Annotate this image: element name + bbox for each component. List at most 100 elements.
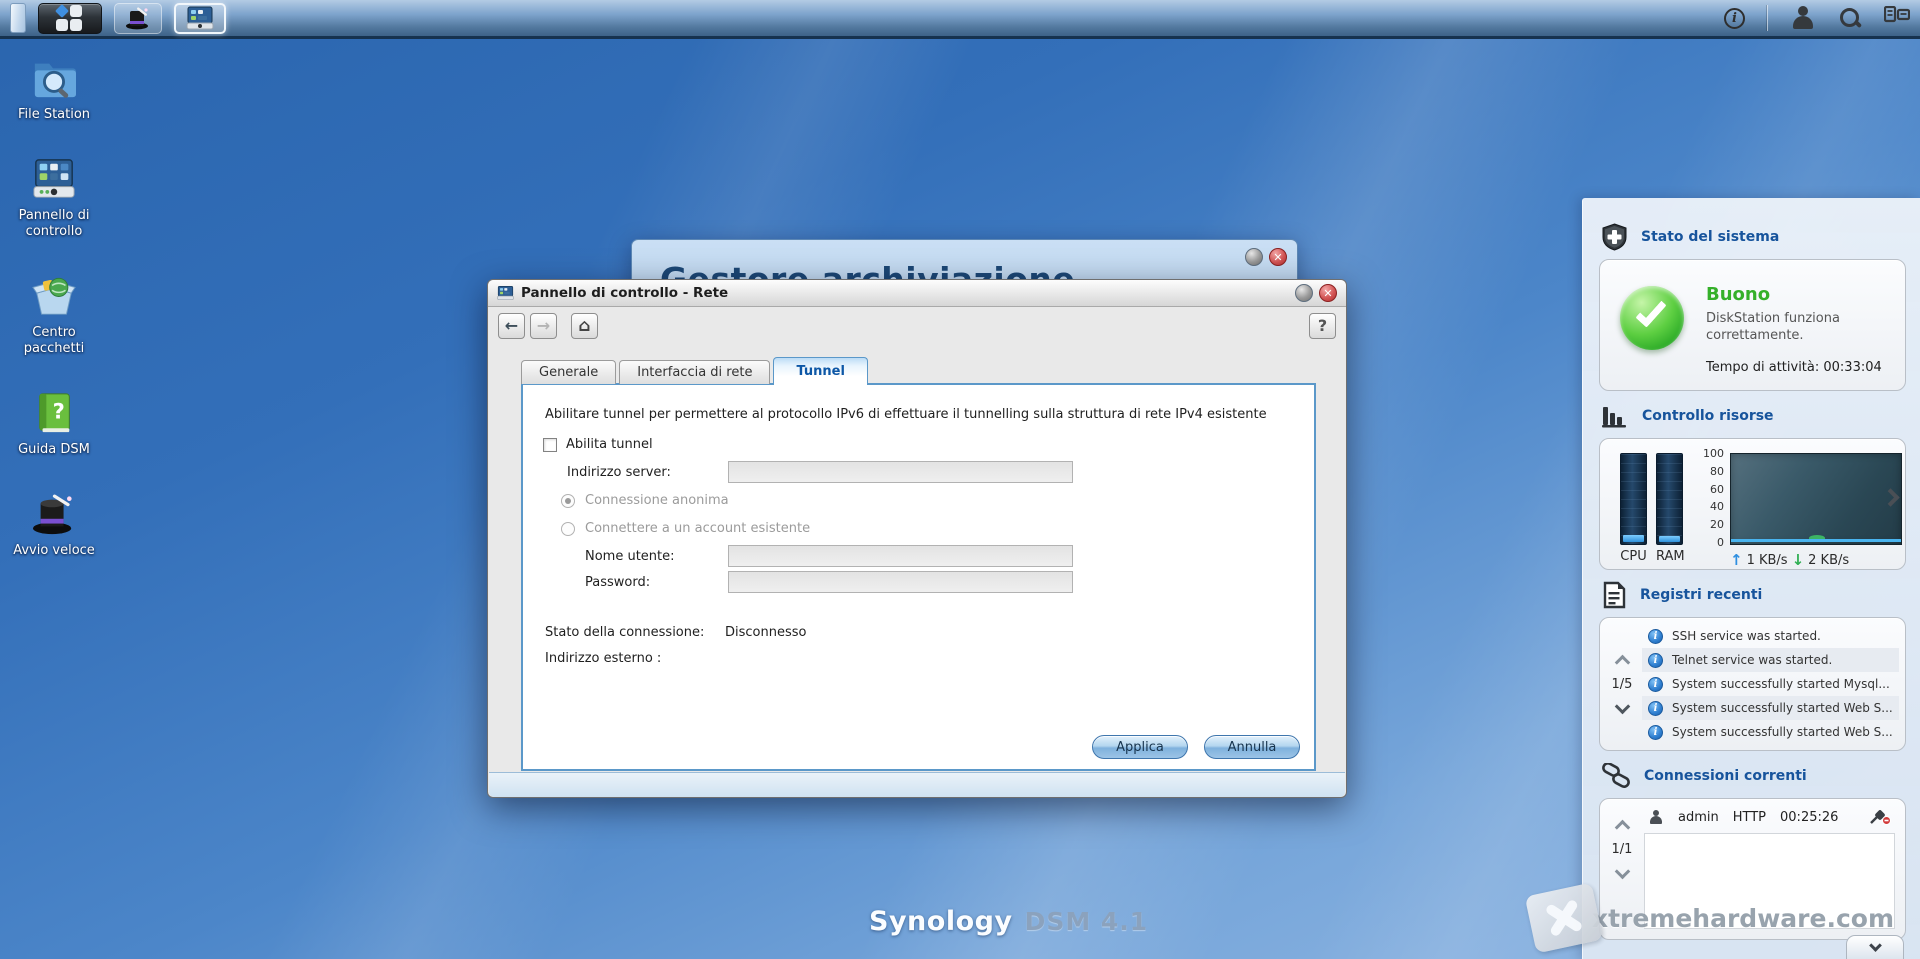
info-level-icon: i [1648,629,1663,644]
current-connections-card: 1/1 admin HTTP 00:25:26 [1599,798,1906,940]
tab-tunnel[interactable]: Tunnel [773,357,867,384]
dsm-version-text: DSM 4.1 [1025,907,1149,936]
existing-account-label: Connettere a un account esistente [585,521,810,536]
current-connections-header: Connessioni correnti [1601,761,1920,791]
connections-pagination: 1/1 [1606,799,1638,899]
log-row: i SSH service was started. [1642,624,1899,648]
desktop-icon-label: Centro pacchetti [12,325,96,357]
connection-row: admin HTTP 00:25:26 [1648,809,1891,825]
password-label: Password: [585,575,650,590]
tab-interfaccia-di-rete[interactable]: Interfaccia di rete [619,360,770,384]
taskbar-left [10,3,226,34]
dialog-close-button[interactable]: ✕ [1319,284,1337,302]
network-rates: ↑ 1 KB/s ↓ 2 KB/s [1730,551,1849,569]
system-health-header: Stato del sistema [1601,222,1920,252]
shield-cross-icon [1601,223,1628,251]
main-menu-button[interactable] [38,3,102,34]
cancel-button[interactable]: Annulla [1204,735,1300,759]
show-desktop-button[interactable] [10,3,26,33]
username-field [728,545,1073,567]
info-level-icon: i [1648,725,1663,740]
search-icon[interactable] [1838,6,1862,30]
taskbar-item-avvio-veloce[interactable] [114,3,162,34]
chain-link-icon [1601,763,1631,789]
external-address-label: Indirizzo esterno : [545,651,661,666]
cpu-label: CPU [1620,549,1647,564]
enable-tunnel-label: Abilita tunnel [566,437,653,452]
magic-hat-icon [31,492,77,536]
user-icon[interactable] [1790,6,1816,30]
uptime-text: Tempo di attività: 00:33:04 [1706,360,1882,375]
server-address-field [728,461,1073,483]
desktop-icon-quick-start[interactable]: Avvio veloce [12,492,96,559]
resource-monitor-card: CPU RAM 100 80 60 40 20 0 ↑ 1 KB/s ↓ 2 K… [1599,438,1906,570]
desktop-icon-label: Pannello di controllo [12,208,96,240]
dsm-logo: Synology DSM 4.1 [869,906,1148,937]
dialog-titlebar[interactable]: Pannello di controllo - Rete ✕ [488,280,1346,307]
anonymous-connection-label: Connessione anonima [585,493,729,508]
tunnel-panel: Abilitare tunnel per permettere al proto… [521,383,1316,771]
status-ok-icon [1620,286,1684,350]
dialog-buttons: Applica Annulla [1092,735,1300,759]
control-panel-icon [31,157,77,201]
main-menu-grid-icon [56,5,84,31]
tab-strip: Generale Interfaccia di rete Tunnel [521,357,868,384]
synology-logo-text: Synology [869,906,1013,937]
dialog-minimize-button[interactable] [1295,284,1313,302]
enable-tunnel-checkbox[interactable] [543,438,557,452]
recent-logs-header: Registri recenti [1601,580,1920,610]
log-rows: i SSH service was started. i Telnet serv… [1642,624,1899,744]
connection-status-label: Stato della connessione: [545,625,704,640]
control-panel-task-icon [186,6,214,30]
anonymous-connection-radio [561,494,575,508]
password-field [728,571,1073,593]
widget-sidebar: Stato del sistema Buono DiskStation funz… [1582,198,1920,959]
widget-title: Connessioni correnti [1644,768,1807,784]
home-button[interactable]: ⌂ [571,313,598,339]
pilot-view-icon[interactable] [1884,6,1910,30]
taskbar-separator [1767,5,1768,31]
desktop-icon-label: Guida DSM [18,442,90,458]
forward-button: → [530,313,557,339]
tab-generale[interactable]: Generale [521,360,616,384]
desktop-icon-package-center[interactable]: Centro pacchetti [12,274,96,357]
log-row: i System successfully started Mysql... [1642,672,1899,696]
connections-page-down-icon[interactable] [1614,863,1630,879]
widget-title: Registri recenti [1640,587,1762,603]
desktop-icon-label: File Station [18,107,90,123]
health-message: DiskStation funziona correttamente. [1706,310,1840,344]
taskbar: i [0,0,1920,39]
info-icon[interactable]: i [1724,8,1745,29]
logs-page-number: 1/5 [1612,677,1633,692]
desktop-icon-dsm-help[interactable]: ? Guida DSM [12,391,96,458]
network-axis: 100 80 60 40 20 0 [1696,447,1724,549]
close-button[interactable]: ✕ [1269,248,1287,266]
minimize-button[interactable] [1245,248,1263,266]
logs-page-down-icon[interactable] [1614,698,1630,714]
username-label: Nome utente: [585,549,675,564]
desktop: i File Station [0,0,1920,959]
disconnect-icon[interactable] [1869,809,1891,825]
desktop-icon-file-station[interactable]: File Station [12,56,96,123]
taskbar-item-control-panel[interactable] [174,3,226,34]
ram-gauge [1656,453,1683,545]
apply-button[interactable]: Applica [1092,735,1188,759]
back-button[interactable]: ← [498,313,525,339]
magic-hat-icon [125,6,151,30]
package-box-icon [31,274,77,318]
connections-page-up-icon[interactable] [1614,819,1630,835]
logs-page-up-icon[interactable] [1614,654,1630,670]
dialog-body: Generale Interfaccia di rete Tunnel Abil… [488,344,1346,797]
widget-title: Controllo risorse [1642,408,1774,424]
connections-page-number: 1/1 [1612,842,1633,857]
widget-panel-collapse-button[interactable] [1846,935,1904,959]
log-document-icon [1601,581,1627,609]
tunnel-description: Abilitare tunnel per permettere al proto… [545,407,1284,422]
connection-protocol: HTTP [1733,810,1766,825]
system-health-card: Buono DiskStation funziona correttamente… [1599,259,1906,391]
help-button[interactable]: ? [1309,313,1336,339]
ram-label: RAM [1656,549,1683,564]
desktop-icon-control-panel[interactable]: Pannello di controllo [12,157,96,240]
log-row: i Telnet service was started. [1642,648,1899,672]
dialog-bottom-strip [489,772,1345,797]
